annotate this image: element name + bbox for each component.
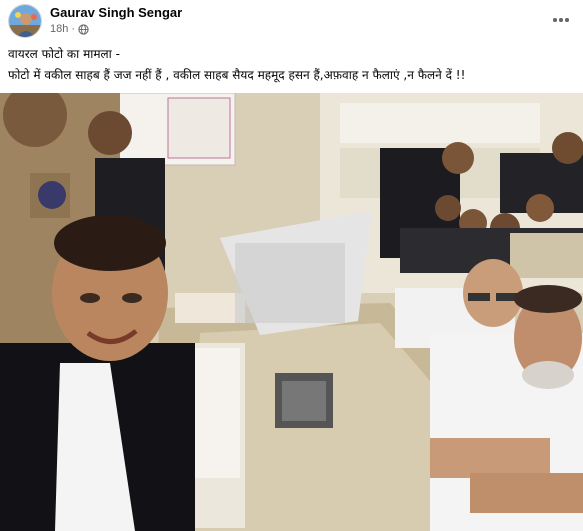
post-photo[interactable] xyxy=(0,93,583,531)
caption-line-1: वायरल फोटो का मामला - xyxy=(8,47,120,61)
post-caption: वायरल फोटो का मामला - फोटो में वकील साहब… xyxy=(8,44,575,86)
post-time[interactable]: 18h xyxy=(50,23,68,35)
post-header: Gaurav Singh Sengar 18h · xyxy=(8,4,575,38)
author-avatar[interactable] xyxy=(8,4,42,38)
caption-line-2: फोटो में वकील साहब हैं जज नहीं हैं , वकी… xyxy=(8,68,466,82)
more-options-icon xyxy=(553,18,557,22)
avatar-image xyxy=(9,5,41,37)
globe-icon xyxy=(78,23,89,35)
author-name[interactable]: Gaurav Singh Sengar xyxy=(50,5,182,20)
more-options-button[interactable] xyxy=(547,8,575,32)
post-meta: 18h · xyxy=(50,23,89,35)
court-selfie-photo xyxy=(0,93,583,531)
